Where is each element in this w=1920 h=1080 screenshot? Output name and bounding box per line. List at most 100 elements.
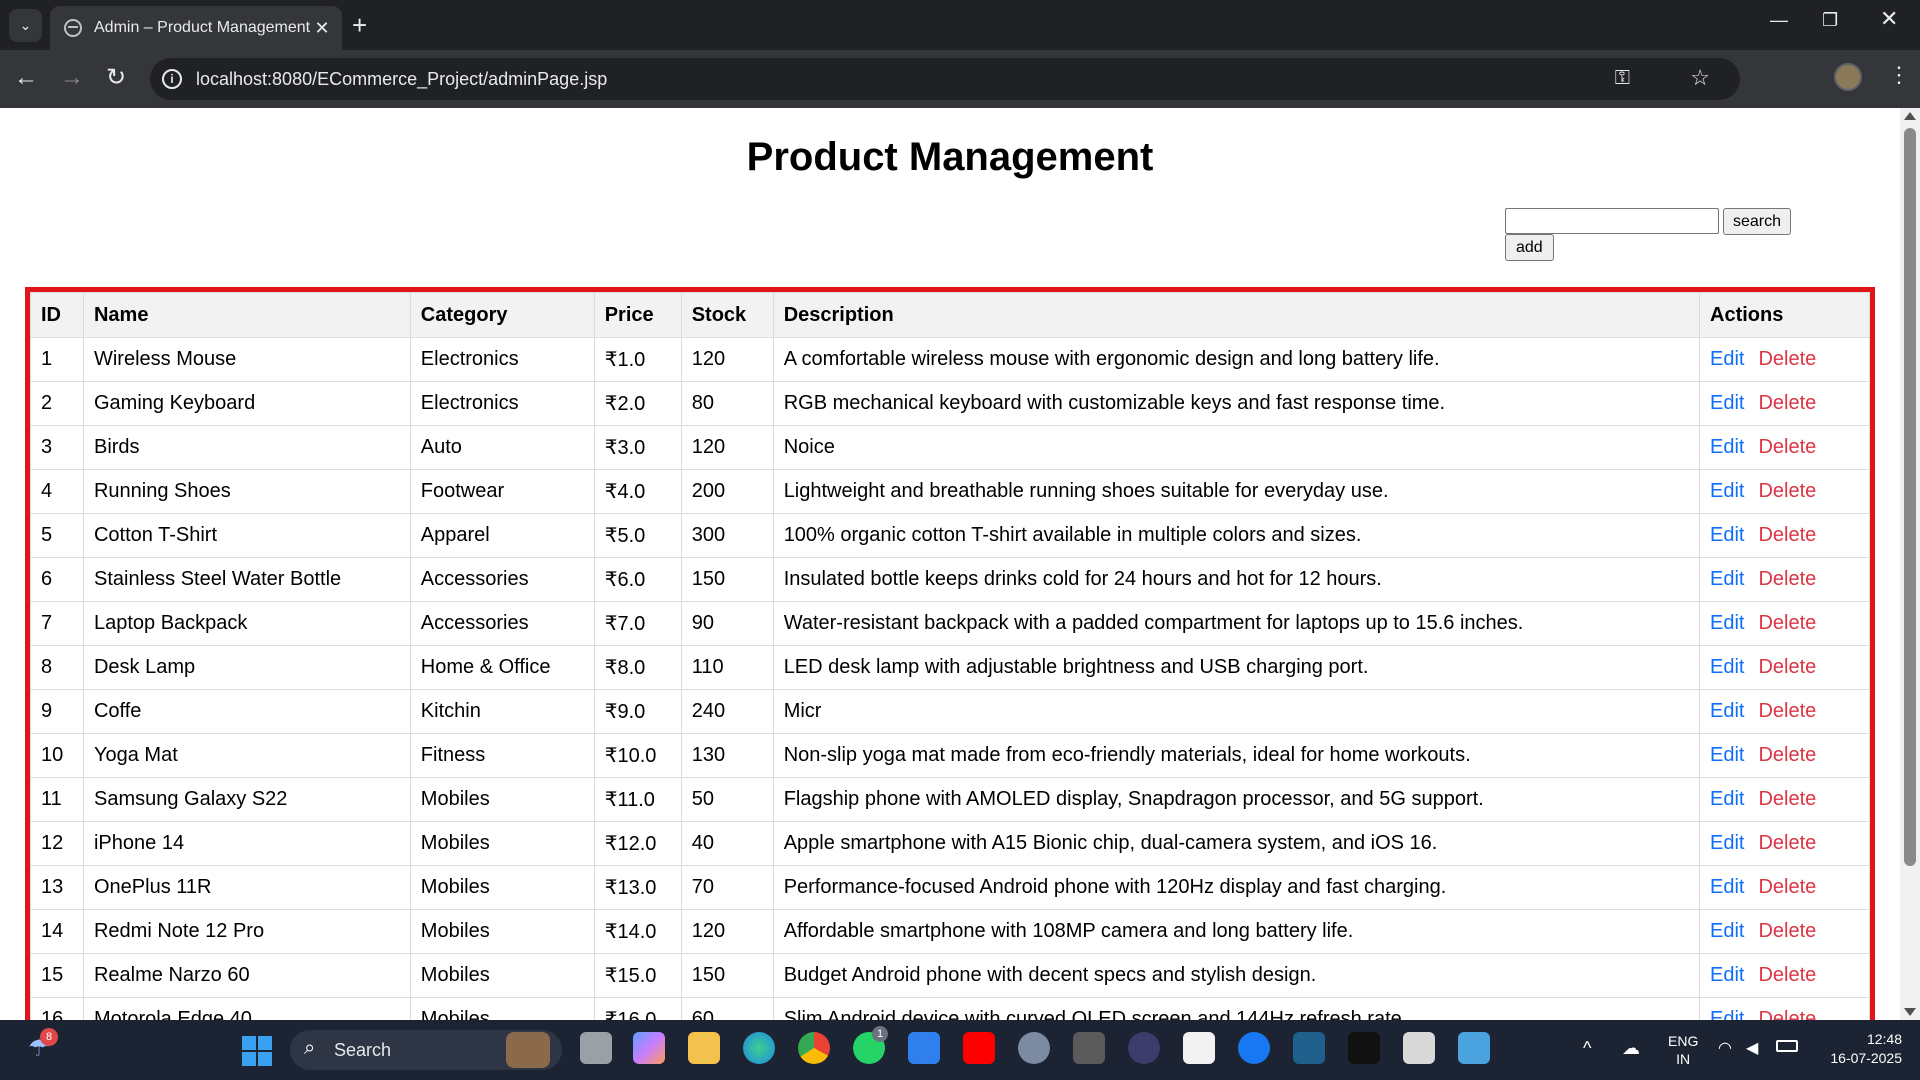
edit-link[interactable]: Edit [1710, 656, 1744, 678]
delete-link[interactable]: Delete [1758, 920, 1816, 942]
edit-link[interactable]: Edit [1710, 788, 1744, 810]
edge-icon[interactable] [743, 1032, 775, 1064]
cell-description: Slim Android device with curved OLED scr… [772, 997, 1701, 1020]
edit-link[interactable]: Edit [1710, 568, 1744, 590]
more-menu-icon[interactable]: ⋮ [1888, 62, 1910, 88]
cell-name: Yoga Mat [82, 733, 411, 778]
region-code: IN [1676, 1051, 1691, 1067]
microsoft-store-icon[interactable] [1183, 1032, 1215, 1064]
delete-link[interactable]: Delete [1758, 656, 1816, 678]
profile-avatar[interactable] [1834, 63, 1862, 91]
cell-description: Performance-focused Android phone with 1… [772, 865, 1701, 910]
terminal-icon[interactable] [1348, 1032, 1380, 1064]
edit-link[interactable]: Edit [1710, 348, 1744, 370]
vertical-scrollbar[interactable] [1900, 108, 1920, 1020]
delete-link[interactable]: Delete [1758, 392, 1816, 414]
file-explorer-icon[interactable] [688, 1032, 720, 1064]
edit-link[interactable]: Edit [1710, 612, 1744, 634]
delete-link[interactable]: Delete [1758, 964, 1816, 986]
close-window-icon[interactable]: ✕ [1880, 6, 1898, 32]
reload-icon[interactable]: ↻ [106, 65, 126, 91]
cell-stock: 120 [680, 909, 774, 954]
edit-link[interactable]: Edit [1710, 392, 1744, 414]
onedrive-icon[interactable]: ☁ [1622, 1038, 1640, 1059]
app-icon-tools[interactable] [1073, 1032, 1105, 1064]
add-button[interactable]: add [1505, 234, 1554, 261]
chrome-icon[interactable] [798, 1032, 830, 1064]
whatsapp-badge: 1 [872, 1026, 888, 1042]
table-row: 9 Coffe Kitchin ₹9.0 240 Micr Edit Delete [30, 689, 1870, 734]
cell-description: Insulated bottle keeps drinks cold for 2… [772, 557, 1701, 602]
wifi-icon[interactable]: ◠ [1718, 1038, 1732, 1058]
taskbar-search[interactable]: ⌕ Search [290, 1030, 562, 1070]
vscode-icon[interactable] [908, 1032, 940, 1064]
clock[interactable]: 12:48 16-07-2025 [1818, 1030, 1902, 1068]
edit-link[interactable]: Edit [1710, 700, 1744, 722]
back-arrow-icon[interactable]: ← [14, 65, 38, 91]
edit-link[interactable]: Edit [1710, 480, 1744, 502]
delete-link[interactable]: Delete [1758, 832, 1816, 854]
edit-link[interactable]: Edit [1710, 832, 1744, 854]
mail-icon[interactable] [1403, 1032, 1435, 1064]
search-button[interactable]: search [1723, 208, 1792, 235]
scrollbar-thumb[interactable] [1904, 128, 1916, 866]
minimize-icon[interactable]: — [1770, 10, 1788, 31]
search-input[interactable] [1505, 208, 1719, 234]
delete-link[interactable]: Delete [1758, 876, 1816, 898]
password-key-icon[interactable]: ⚿ [1615, 67, 1630, 90]
edit-link[interactable]: Edit [1710, 876, 1744, 898]
delete-link[interactable]: Delete [1758, 612, 1816, 634]
edit-link[interactable]: Edit [1710, 744, 1744, 766]
delete-link[interactable]: Delete [1758, 568, 1816, 590]
delete-link[interactable]: Delete [1758, 744, 1816, 766]
scroll-up-arrow-icon[interactable] [1904, 112, 1916, 120]
cell-stock: 90 [680, 601, 774, 646]
battery-icon[interactable] [1776, 1040, 1798, 1052]
delete-link[interactable]: Delete [1758, 524, 1816, 546]
address-bar[interactable]: i localhost:8080/ECommerce_Project/admin… [150, 58, 1740, 100]
cell-id: 1 [30, 337, 84, 382]
edit-link[interactable]: Edit [1710, 524, 1744, 546]
edit-link[interactable]: Edit [1710, 1008, 1744, 1020]
edit-link[interactable]: Edit [1710, 920, 1744, 942]
notepad-icon[interactable] [1458, 1032, 1490, 1064]
cell-price: ₹3.0 [593, 425, 682, 470]
delete-link[interactable]: Delete [1758, 436, 1816, 458]
tab-close-icon[interactable]: ✕ [312, 18, 332, 39]
volume-icon[interactable]: ◀ [1746, 1038, 1758, 1058]
start-windows-icon[interactable] [242, 1036, 272, 1066]
site-info-icon[interactable]: i [162, 69, 182, 89]
eclipse-icon[interactable] [1128, 1032, 1160, 1064]
delete-link[interactable]: Delete [1758, 348, 1816, 370]
youtube-icon[interactable] [963, 1032, 995, 1064]
tab-list-chevron-icon[interactable]: ⌄ [9, 9, 42, 42]
table-header-row: ID Name Category Price Stock Description Actio… [30, 292, 1870, 338]
column-header-stock: Stock [680, 292, 774, 338]
new-tab-plus-icon[interactable]: + [352, 12, 367, 38]
clock-date: 16-07-2025 [1830, 1050, 1902, 1066]
edit-link[interactable]: Edit [1710, 964, 1744, 986]
cell-stock: 130 [680, 733, 774, 778]
cell-category: Mobiles [409, 997, 595, 1020]
bookmark-star-icon[interactable]: ☆ [1690, 65, 1710, 91]
facebook-icon[interactable] [1238, 1032, 1270, 1064]
copilot-icon[interactable] [633, 1032, 665, 1064]
scroll-down-arrow-icon[interactable] [1904, 1008, 1916, 1016]
chevron-up-icon[interactable]: ^ [1583, 1038, 1591, 1059]
delete-link[interactable]: Delete [1758, 480, 1816, 502]
mysql-workbench-icon[interactable] [1293, 1032, 1325, 1064]
forward-arrow-icon[interactable]: → [60, 65, 84, 91]
delete-link[interactable]: Delete [1758, 788, 1816, 810]
delete-link[interactable]: Delete [1758, 700, 1816, 722]
address-url[interactable]: localhost:8080/ECommerce_Project/adminPa… [196, 69, 607, 90]
delete-link[interactable]: Delete [1758, 1008, 1816, 1020]
browser-tab-active[interactable]: Admin – Product Management ✕ [50, 6, 342, 50]
cell-actions: Edit Delete [1699, 777, 1870, 822]
cell-category: Fitness [409, 733, 595, 778]
edit-link[interactable]: Edit [1710, 436, 1744, 458]
task-view-icon[interactable] [580, 1032, 612, 1064]
language-indicator[interactable]: ENG IN [1668, 1032, 1698, 1068]
restore-window-icon[interactable]: ❐ [1822, 10, 1838, 31]
cell-id: 13 [30, 865, 84, 910]
settings-gear-icon[interactable] [1018, 1032, 1050, 1064]
